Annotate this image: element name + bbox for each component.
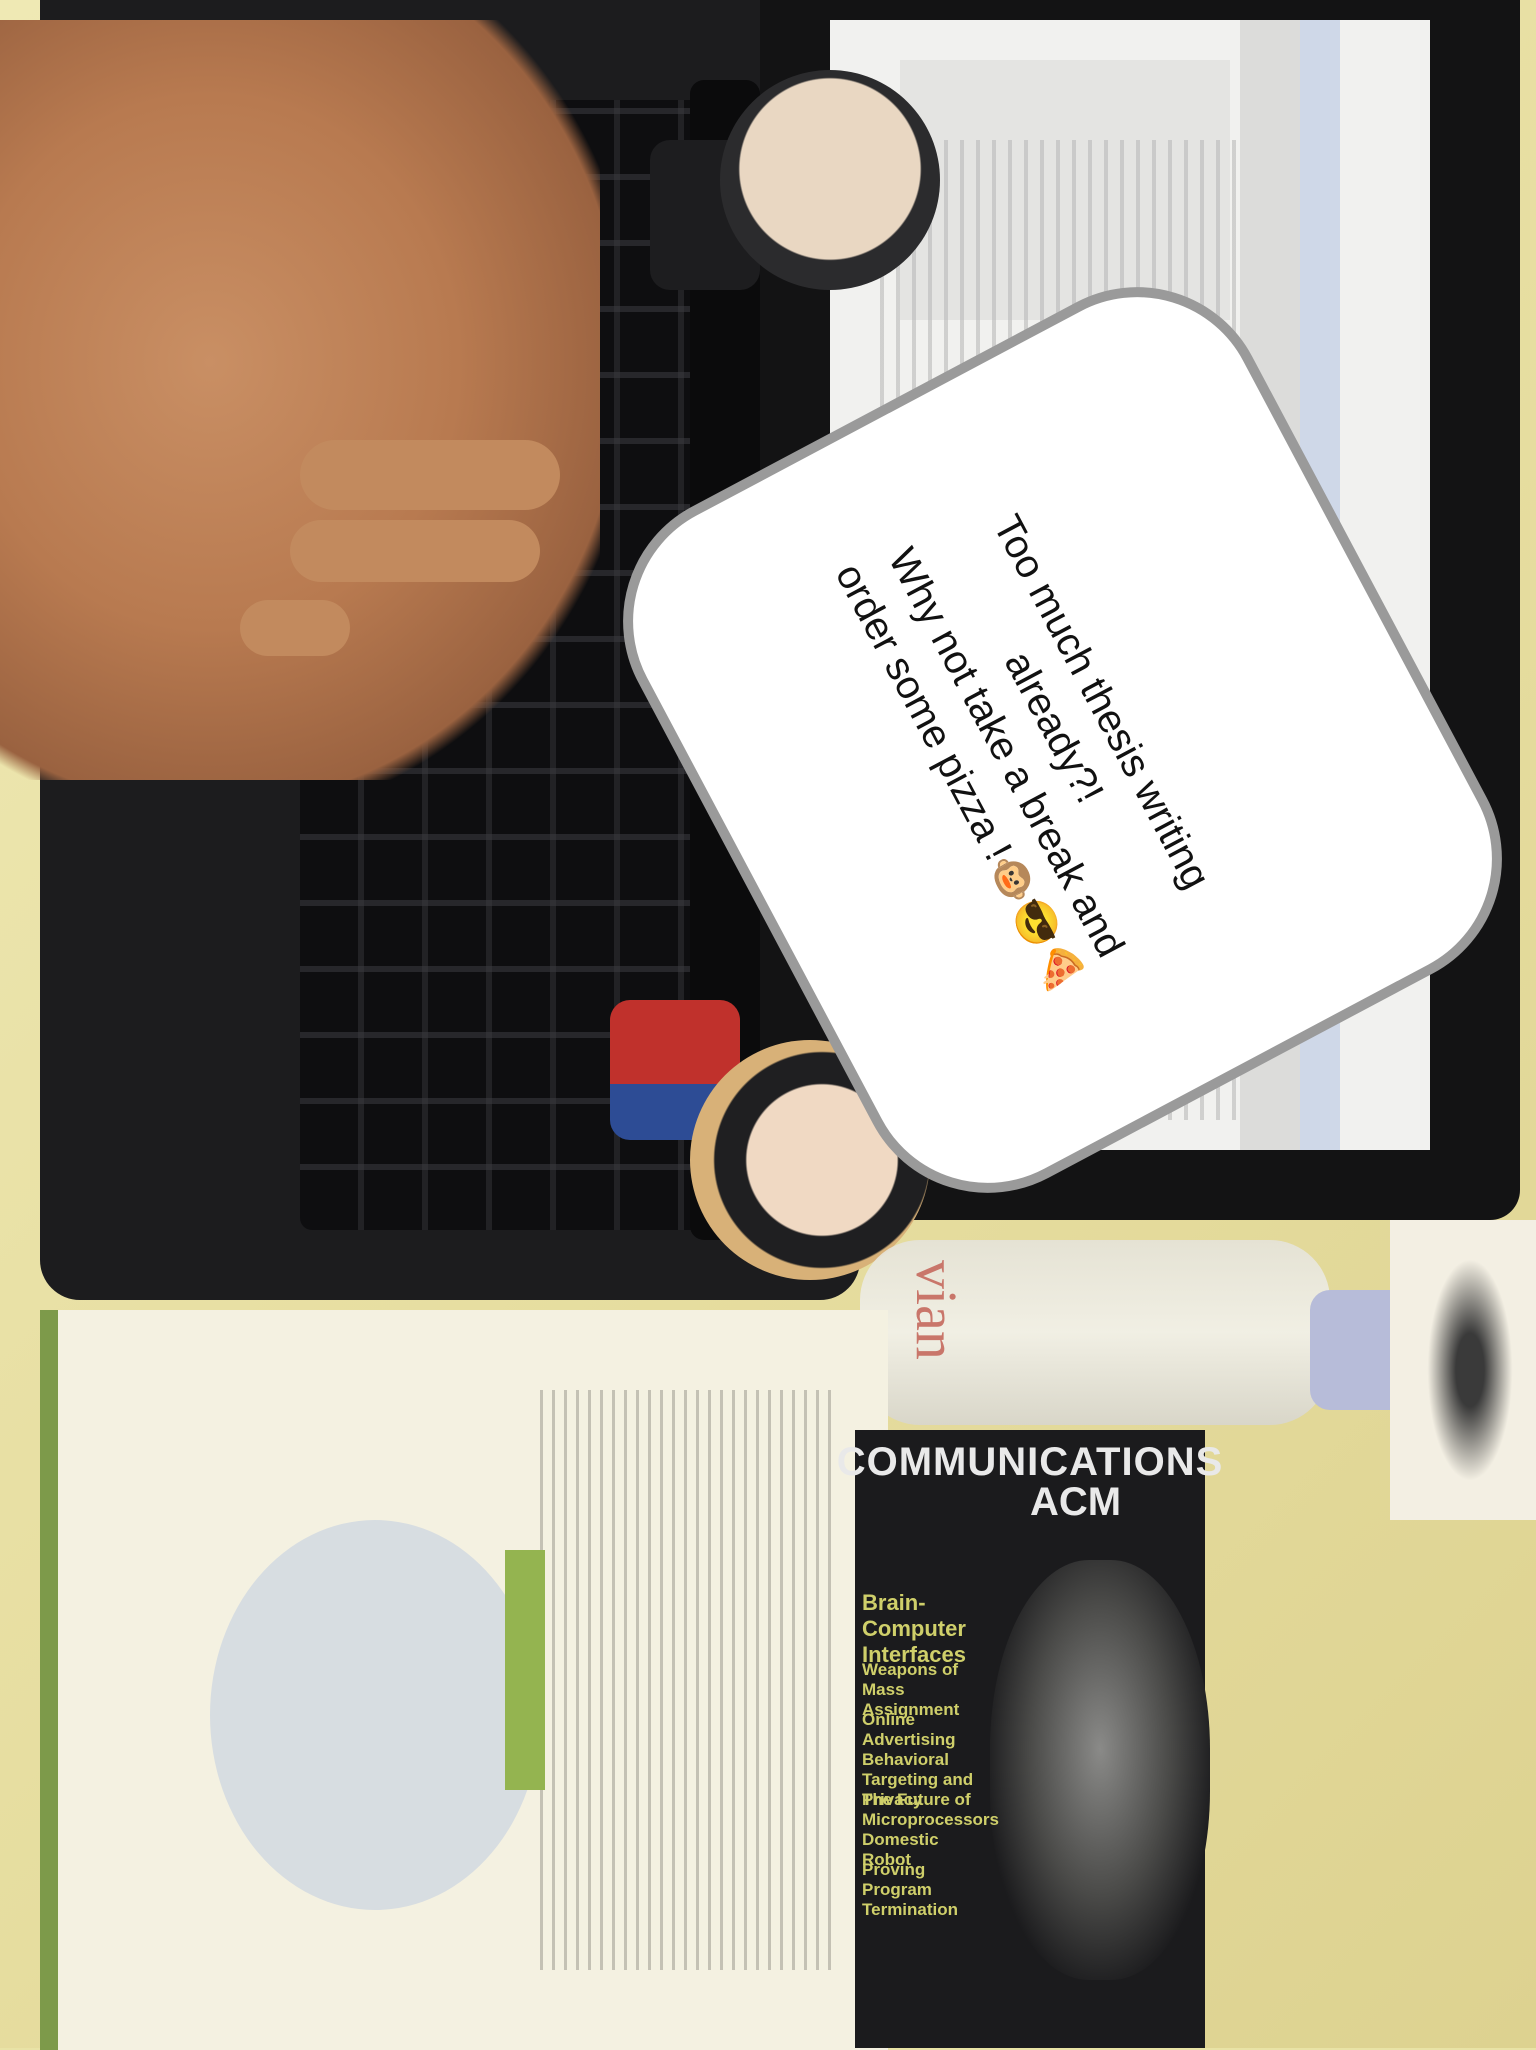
magazine-cover-image — [990, 1560, 1210, 1980]
magazine-line: The Future of Microprocessors — [862, 1790, 999, 1829]
magazine-title: COMMUNICATIONS — [836, 1440, 1224, 1484]
magazine-line: Proving Program Termination — [862, 1860, 959, 1919]
hand — [0, 20, 600, 780]
thumb — [240, 600, 350, 656]
finger — [290, 520, 540, 582]
book-text — [540, 1390, 840, 1970]
photo-scene: Too much thesis writing already?! Why no… — [0, 0, 1536, 2050]
finger — [300, 440, 560, 510]
art-card-illustration — [1420, 1240, 1520, 1500]
figure-top-head — [720, 70, 940, 290]
magazine-headline: Brain-Computer Interfaces — [862, 1590, 966, 1667]
magazine-subtitle: ACM — [1030, 1480, 1122, 1524]
book-diagram-blocks — [505, 1550, 545, 1790]
book-diagram — [210, 1520, 540, 1910]
